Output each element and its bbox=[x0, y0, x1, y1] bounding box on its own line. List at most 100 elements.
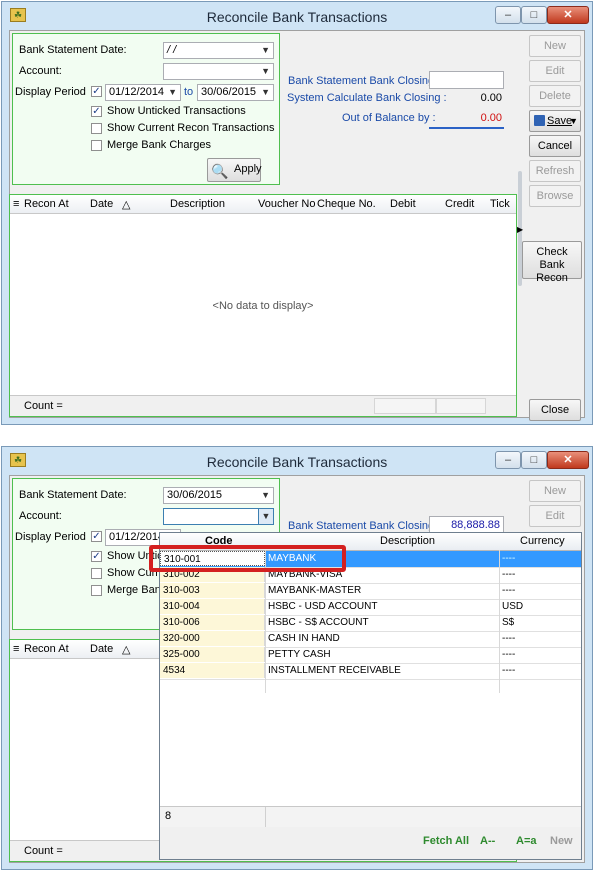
row-code: 310-003 bbox=[160, 583, 265, 598]
apply-button[interactable]: 🔍 Apply bbox=[207, 158, 262, 182]
minimize-button[interactable]: – bbox=[495, 6, 521, 24]
filter-panel: Bank Statement Date: / / ▼ Account: ▼ Dis… bbox=[12, 33, 280, 185]
new-button[interactable]: New bbox=[529, 480, 581, 502]
bank-closing-label: Bank Statement Bank Closing : bbox=[288, 520, 441, 532]
bank-statement-date-combo[interactable]: 30/06/2015 ▼ bbox=[163, 487, 274, 504]
period-from-combo[interactable]: 01/12/2014 ▼ bbox=[105, 84, 181, 101]
row-description: CASH IN HAND bbox=[268, 633, 340, 644]
row-code: 4534 bbox=[160, 663, 265, 678]
dd-col-description[interactable]: Description bbox=[380, 535, 435, 547]
dropdown-row[interactable]: 310-004 HSBC - USD ACCOUNT USD bbox=[160, 599, 581, 616]
dropdown-row[interactable]: 4534 INSTALLMENT RECEIVABLE ---- bbox=[160, 663, 581, 680]
merge-bank-charges-checkbox[interactable] bbox=[91, 140, 102, 151]
col-description[interactable]: Description bbox=[170, 198, 225, 210]
display-period-checkbox[interactable]: ✓ bbox=[91, 86, 102, 97]
case-sensitive-button[interactable]: A=a bbox=[516, 835, 537, 847]
bank-statement-date-label: Bank Statement Date: bbox=[19, 44, 127, 56]
row-currency: ---- bbox=[502, 569, 516, 580]
show-unticked-checkbox[interactable]: ✓ bbox=[91, 106, 102, 117]
col-credit[interactable]: Credit bbox=[445, 198, 474, 210]
bank-closing-input[interactable] bbox=[429, 71, 504, 89]
chevron-down-icon[interactable]: ▼ bbox=[258, 509, 273, 524]
to-label: to bbox=[184, 86, 194, 98]
account-combo[interactable]: ▼ bbox=[163, 508, 274, 525]
new-button[interactable]: New bbox=[529, 35, 581, 57]
a-dash-button[interactable]: A-- bbox=[480, 835, 495, 847]
bank-closing-label: Bank Statement Bank Closing : bbox=[288, 75, 441, 87]
account-dropdown: Code Description Currency 310-001 MAYBANK… bbox=[159, 532, 582, 860]
close-window-button[interactable]: ✕ bbox=[547, 451, 589, 469]
grid-header: ≡ Recon At Date △ Description Voucher No… bbox=[10, 195, 516, 214]
merge-bank-charges-label: Merge Bank bbox=[107, 584, 167, 596]
column-chooser-icon[interactable]: ≡ bbox=[13, 643, 19, 655]
dropdown-row[interactable]: 320-000 CASH IN HAND ---- bbox=[160, 631, 581, 648]
show-current-recon-checkbox[interactable] bbox=[91, 568, 102, 579]
account-combo[interactable]: ▼ bbox=[163, 63, 274, 80]
col-date[interactable]: Date bbox=[90, 643, 113, 655]
col-cheque-no[interactable]: Cheque No. bbox=[317, 198, 376, 210]
display-period-checkbox[interactable]: ✓ bbox=[91, 531, 102, 542]
column-chooser-icon[interactable]: ≡ bbox=[13, 198, 19, 210]
out-of-balance-label: Out of Balance by : bbox=[342, 112, 436, 124]
delete-button[interactable]: Delete bbox=[529, 85, 581, 107]
apply-label: Apply bbox=[234, 163, 262, 175]
dd-toolbar: Fetch All A-- A=a New bbox=[160, 827, 581, 859]
browse-button[interactable]: Browse bbox=[529, 185, 581, 207]
col-tick[interactable]: Tick bbox=[490, 198, 510, 210]
col-recon-at[interactable]: Recon At bbox=[24, 198, 69, 210]
chevron-down-icon: ▼ bbox=[261, 87, 270, 97]
close-window-button[interactable]: ✕ bbox=[547, 6, 589, 24]
show-current-recon-checkbox[interactable] bbox=[91, 123, 102, 134]
floppy-disk-icon bbox=[534, 115, 545, 126]
merge-bank-charges-checkbox[interactable] bbox=[91, 585, 102, 596]
out-of-balance-value: 0.00 bbox=[480, 112, 502, 124]
transactions-grid: ≡ Recon At Date △ Description Voucher No… bbox=[9, 194, 517, 417]
dropdown-row[interactable]: 325-000 PETTY CASH ---- bbox=[160, 647, 581, 664]
dd-col-currency[interactable]: Currency bbox=[520, 535, 565, 547]
refresh-button[interactable]: Refresh bbox=[529, 160, 581, 182]
maximize-button[interactable]: □ bbox=[521, 451, 547, 469]
count-label: Count = bbox=[24, 400, 63, 412]
row-currency: ---- bbox=[502, 585, 516, 596]
col-debit[interactable]: Debit bbox=[390, 198, 416, 210]
bank-statement-date-combo[interactable]: / / ▼ bbox=[163, 42, 274, 59]
period-from-value: 01/12/2014 bbox=[109, 531, 165, 543]
chevron-down-icon: ▼ bbox=[168, 87, 177, 97]
period-to-combo[interactable]: 30/06/2015 ▼ bbox=[197, 84, 274, 101]
show-unticked-checkbox[interactable]: ✓ bbox=[91, 551, 102, 562]
fetch-all-button[interactable]: Fetch All bbox=[423, 835, 469, 847]
count-label: Count = bbox=[24, 845, 63, 857]
save-button[interactable]: Save ▼ bbox=[529, 110, 581, 132]
dropdown-row[interactable]: 310-006 HSBC - S$ ACCOUNT S$ bbox=[160, 615, 581, 632]
col-date[interactable]: Date bbox=[90, 198, 113, 210]
row-currency: S$ bbox=[502, 617, 515, 628]
check-bank-recon-button[interactable]: Check Bank Recon bbox=[522, 241, 582, 284]
edit-button[interactable]: Edit bbox=[529, 60, 581, 82]
bank-recon-label: Bank Recon bbox=[536, 259, 568, 284]
display-period-label: Display Period bbox=[15, 531, 86, 543]
debit-total-cell bbox=[374, 398, 436, 414]
dd-count-divider bbox=[265, 807, 266, 827]
credit-total-cell bbox=[436, 398, 486, 414]
cancel-button[interactable]: Cancel bbox=[529, 135, 581, 157]
dd-row-count: 8 bbox=[165, 810, 172, 822]
edit-button[interactable]: Edit bbox=[529, 505, 581, 527]
balance-underline bbox=[429, 127, 504, 129]
grid-footer: Count = bbox=[10, 395, 516, 416]
close-button[interactable]: Close bbox=[529, 399, 581, 421]
show-unticked-label: Show Unticked Transactions bbox=[107, 105, 246, 117]
dropdown-row[interactable]: 310-003 MAYBANK-MASTER ---- bbox=[160, 583, 581, 600]
dd-new-button[interactable]: New bbox=[550, 835, 573, 847]
col-voucher-no[interactable]: Voucher No bbox=[258, 198, 315, 210]
row-code: 310-004 bbox=[160, 599, 265, 614]
col-recon-at[interactable]: Recon At bbox=[24, 643, 69, 655]
period-from-value: 01/12/2014 bbox=[109, 86, 165, 98]
system-closing-value: 0.00 bbox=[480, 92, 502, 104]
maximize-button[interactable]: □ bbox=[521, 6, 547, 24]
search-icon: 🔍 bbox=[211, 163, 229, 179]
minimize-button[interactable]: – bbox=[495, 451, 521, 469]
titlebar: ☘ Reconcile Bank Transactions – □ ✕ bbox=[2, 2, 592, 30]
show-current-recon-label: Show Current Recon Transactions bbox=[107, 122, 275, 134]
row-code: 310-006 bbox=[160, 615, 265, 630]
row-description: PETTY CASH bbox=[268, 649, 331, 660]
